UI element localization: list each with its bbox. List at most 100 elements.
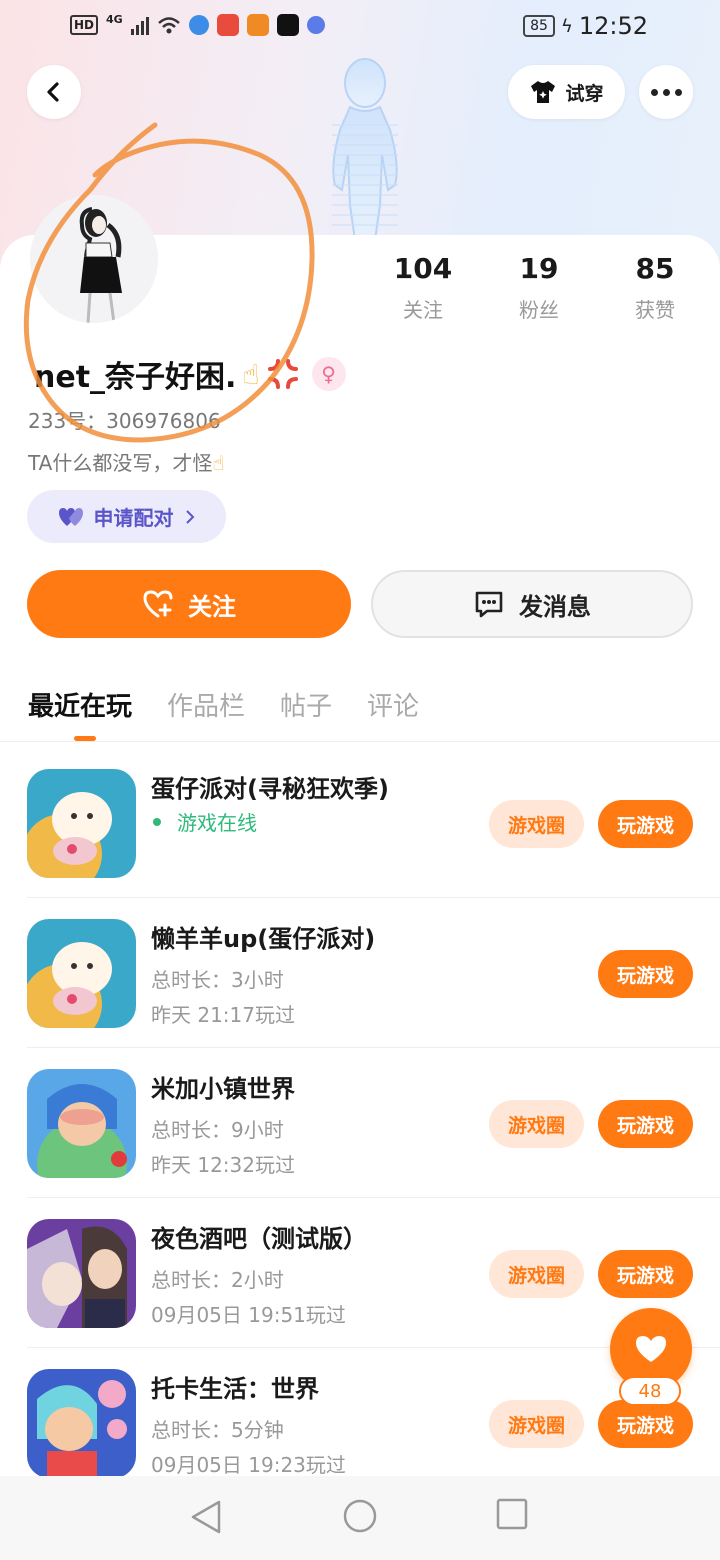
network-type: 4G [106,12,123,26]
game-row[interactable]: 懒羊羊up(蛋仔派对) 总时长：3小时 昨天 21:17玩过 玩游戏 [0,919,720,1069]
play-duration: 总时长：5分钟 [151,1418,284,1442]
request-pair-button[interactable]: 申请配对 [27,490,226,543]
tab-comments[interactable]: 评论 [367,686,419,723]
back-arrow-icon [47,82,59,102]
online-label: 游戏在线 [177,811,257,835]
divider [27,1197,720,1198]
game-name: 米加小镇世界 [151,1075,295,1103]
play-game-button[interactable]: 玩游戏 [598,1100,693,1148]
try-on-label: 试穿 [565,82,604,105]
nav-home-icon[interactable] [342,1498,378,1534]
avatar-image [30,195,158,323]
game-name: 蛋仔派对(寻秘狂欢季) [151,775,389,803]
game-row[interactable]: 蛋仔派对(寻秘狂欢季) 游戏在线 游戏圈 玩游戏 [0,769,720,919]
game-circle-button[interactable]: 游戏圈 [489,800,584,848]
game-circle-button[interactable]: 游戏圈 [489,1250,584,1298]
hd-indicator: HD [70,15,99,35]
game-icon [27,769,136,878]
user-id: 233号：306976806 [28,409,221,433]
clock: 12:52 [578,12,648,40]
finger-emoji-icon: ☝ [212,451,225,475]
divider [0,741,720,742]
back-button[interactable] [27,65,81,119]
stat-number: 104 [393,252,453,285]
play-duration: 总时长：9小时 [151,1118,284,1142]
game-circle-button[interactable]: 游戏圈 [489,1400,584,1448]
anger-emoji-icon [267,359,298,389]
play-game-button[interactable]: 玩游戏 [598,1250,693,1298]
stat-label: 粉丝 [519,298,559,322]
avatar[interactable] [30,195,158,323]
signal-icon [130,15,149,35]
heart-plus-icon [143,590,173,618]
tab-recently-played[interactable]: 最近在玩 [28,686,132,723]
nav-back-icon[interactable] [189,1498,223,1536]
double-heart-icon [58,507,83,526]
stat-number: 19 [519,252,559,285]
stat-number: 85 [635,252,675,285]
avatar-hologram-figure [332,58,398,240]
stat-label: 关注 [403,298,443,322]
divider [27,1047,720,1048]
game-icon [27,1219,136,1328]
profile-stats: 104 关注 19 粉丝 85 获赞 [365,252,715,323]
last-played: 昨天 21:17玩过 [151,1003,295,1027]
play-duration: 总时长：3小时 [151,968,284,992]
play-game-button[interactable]: 玩游戏 [598,1400,693,1448]
browser-app-icon [188,15,209,35]
dot [674,88,682,96]
play-game-button[interactable]: 玩游戏 [598,800,693,848]
status-bar: HD 4G 85 ϟ 12:52 [0,0,720,56]
tiktok-app-icon [276,14,299,36]
video-app-icon [246,14,269,36]
like-count-badge: 48 [619,1376,681,1406]
dot [650,88,658,96]
heart-icon [636,1336,666,1362]
send-message-button[interactable]: 发消息 [371,570,693,638]
game-row[interactable]: 米加小镇世界 总时长：9小时 昨天 12:32玩过 游戏圈 玩游戏 [0,1069,720,1219]
tab-works[interactable]: 作品栏 [167,686,245,723]
bio: TA什么都没写，才怪☝ [28,447,225,476]
last-played: 09月05日 19:51玩过 [151,1303,346,1327]
finger-emoji-icon: ☝ [242,357,260,391]
charging-icon: ϟ [560,15,573,37]
stat-likes[interactable]: 85 获赞 [597,252,713,323]
chevron-right-icon [185,509,194,524]
try-on-button[interactable]: 试穿 [508,65,625,119]
stat-following[interactable]: 104 关注 [365,252,481,323]
game-name: 托卡生活：世界 [151,1375,319,1403]
female-gender-icon: ♀ [311,357,346,391]
last-played: 09月05日 19:23玩过 [151,1453,346,1477]
weibo-app-icon [216,14,239,36]
dot [662,88,670,96]
last-played: 昨天 12:32玩过 [151,1153,295,1177]
nav-recents-icon[interactable] [496,1498,528,1530]
send-message-label: 发消息 [519,592,591,621]
stat-label: 获赞 [635,298,675,322]
request-pair-label: 申请配对 [93,506,174,530]
battery-icon: 85 [523,15,555,37]
play-game-button[interactable]: 玩游戏 [598,950,693,998]
game-name: 懒羊羊up(蛋仔派对) [151,925,376,953]
game-circle-button[interactable]: 游戏圈 [489,1100,584,1148]
game-icon [27,1369,136,1478]
chat-bubble-icon [475,591,503,618]
username: net_奈子好困. [34,360,237,395]
online-dot-icon [153,817,161,826]
follow-label: 关注 [188,592,236,621]
play-duration: 总时长：2小时 [151,1268,284,1292]
stat-followers[interactable]: 19 粉丝 [481,252,597,323]
music-app-icon [306,16,325,34]
wifi-icon [157,17,180,34]
online-status: 游戏在线 [151,807,257,836]
tab-posts[interactable]: 帖子 [280,686,332,723]
more-options-button[interactable] [639,65,693,119]
username-row: net_奈子好困. ☝ ♀ [34,352,346,396]
tshirt-icon [531,81,556,103]
game-name: 夜色酒吧（测试版） [151,1225,367,1253]
divider [27,897,720,898]
system-navigation-bar [0,1476,720,1560]
bio-text: TA什么都没写，才怪 [28,451,213,475]
follow-button[interactable]: 关注 [27,570,351,638]
profile-tabs: 最近在玩 作品栏 帖子 评论 [28,686,419,723]
